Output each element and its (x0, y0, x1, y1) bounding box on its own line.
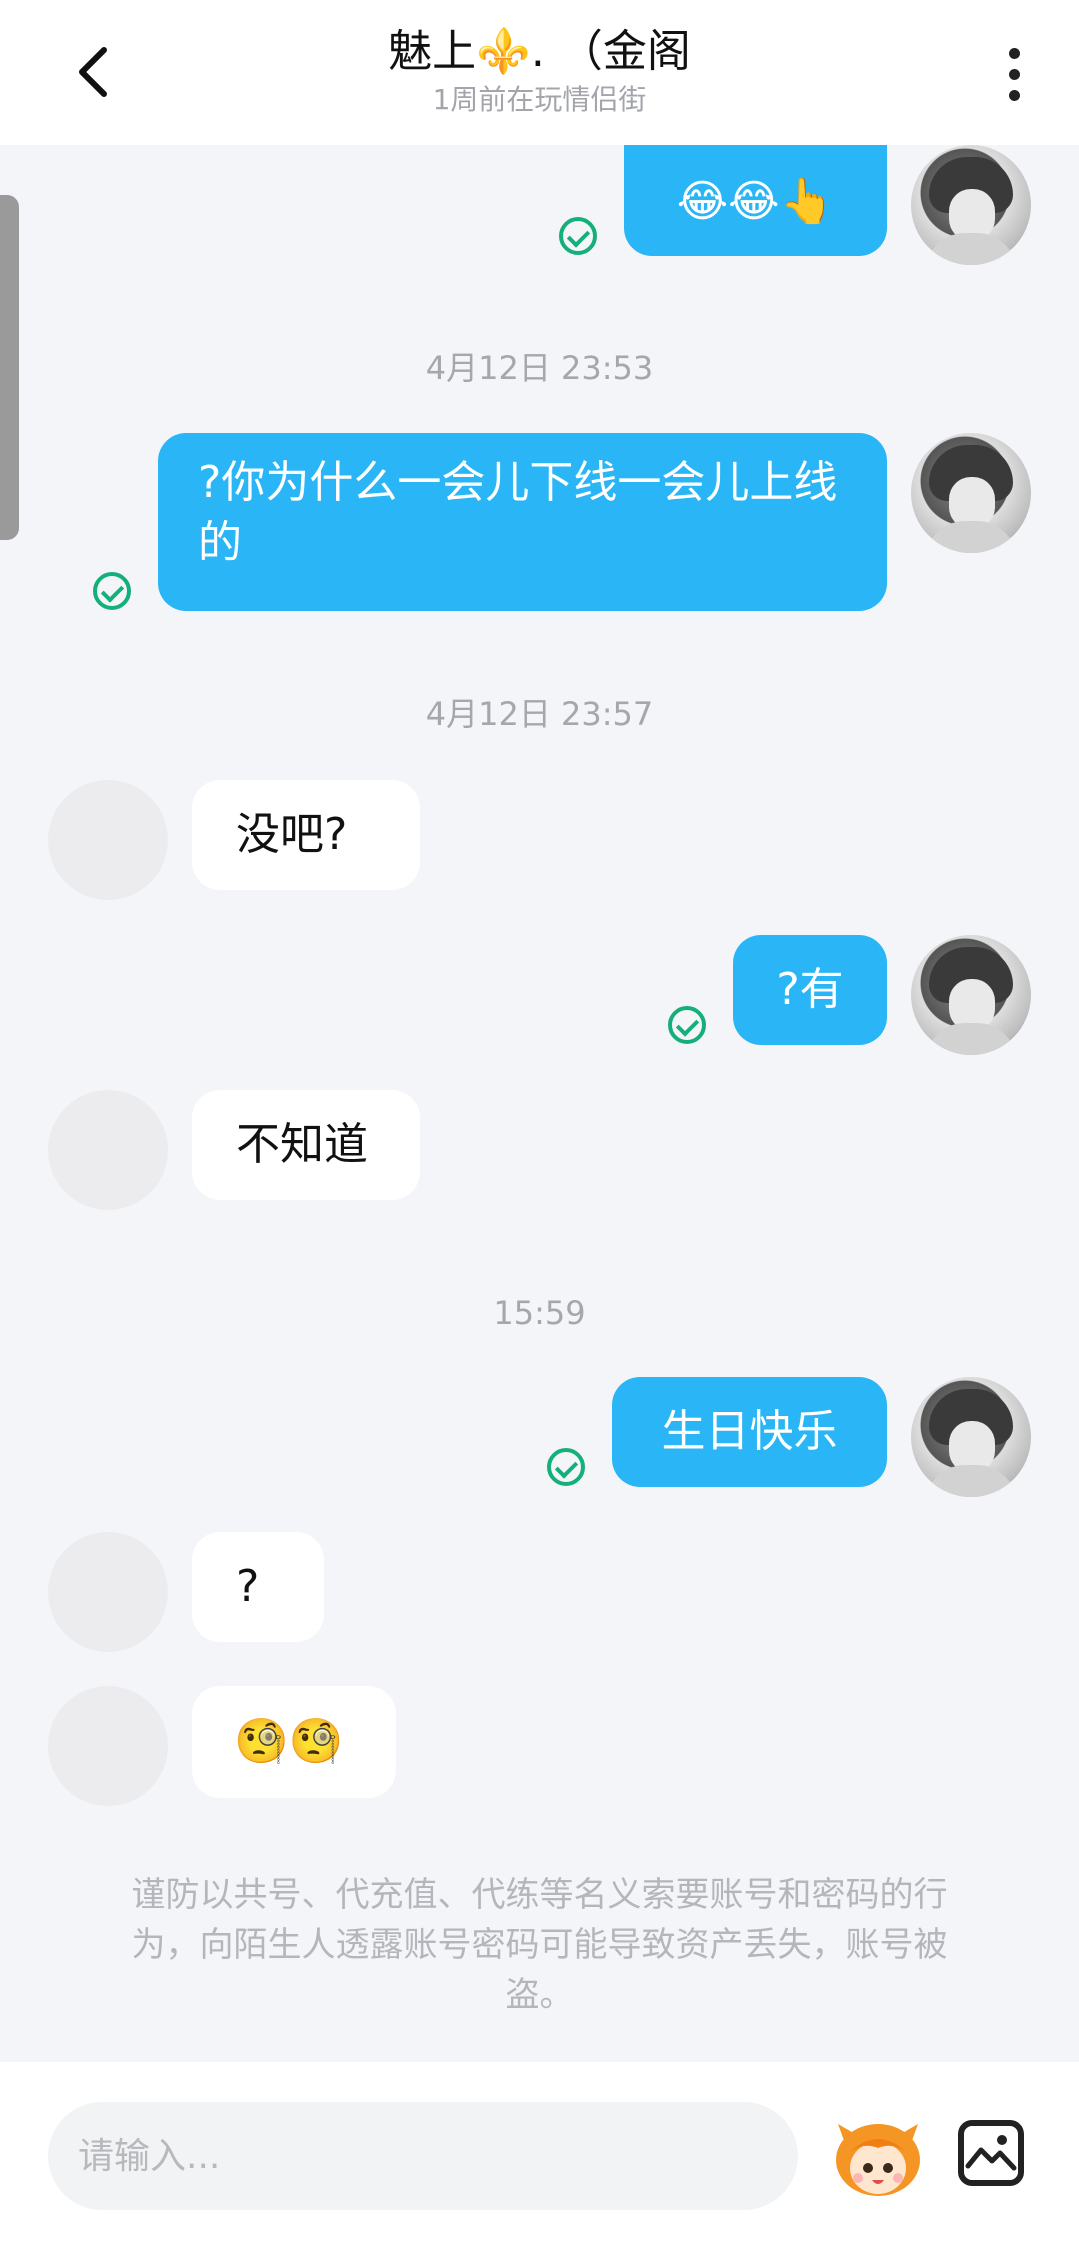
message-timestamp: 15:59 (493, 1294, 586, 1332)
message-bubble[interactable]: ?有 (733, 935, 887, 1045)
message-bubble[interactable]: ? (192, 1532, 324, 1642)
peer-avatar[interactable] (48, 1090, 168, 1210)
message-timestamp: 4月12日 23:57 (425, 695, 654, 733)
message-text: 😂😂👆 (676, 176, 835, 227)
message-text: 不知道 (236, 1119, 368, 1170)
chat-title: 魅上⚜️. （金阁 (388, 26, 691, 77)
peer-avatar[interactable] (48, 1686, 168, 1806)
message-bubble[interactable]: 不知道 (192, 1090, 420, 1200)
message-timestamp: 4月12日 23:53 (425, 349, 654, 387)
security-notice: 谨防以共号、代充值、代练等名义索要账号和密码的行为，向陌生人透露账号密码可能导致… (131, 1875, 948, 2015)
message-bubble[interactable]: ?你为什么一会儿下线一会儿上线的 (158, 433, 887, 611)
message-text: ? (236, 1561, 260, 1612)
more-options-button[interactable] (995, 40, 1035, 110)
check-circle-icon (668, 1006, 706, 1044)
input-bar (0, 2062, 1079, 2264)
message-text: 没吧? (236, 809, 348, 860)
my-avatar[interactable] (911, 433, 1031, 553)
sticker-button[interactable] (832, 2118, 924, 2200)
mascot-sticker-icon (836, 2124, 920, 2196)
message-text: 🧐🧐 (234, 1716, 344, 1767)
my-avatar[interactable] (911, 145, 1031, 265)
peer-avatar[interactable] (48, 1532, 168, 1652)
check-circle-icon (93, 572, 131, 610)
message-bubble[interactable]: 🧐🧐 (192, 1686, 396, 1798)
chat-header: 魅上⚜️. （金阁 1周前在玩情侣街 (0, 0, 1079, 145)
check-circle-icon (559, 217, 597, 255)
message-input[interactable] (48, 2102, 798, 2210)
message-text: ?有 (776, 964, 844, 1015)
check-circle-icon (547, 1448, 585, 1486)
message-text: ?你为什么一会儿下线一会儿上线的 (198, 457, 838, 568)
my-avatar[interactable] (911, 935, 1031, 1055)
message-bubble[interactable]: 😂😂👆 (624, 145, 887, 256)
image-icon (965, 2135, 1017, 2171)
message-bubble[interactable]: 没吧? (192, 780, 420, 890)
my-avatar[interactable] (911, 1377, 1031, 1497)
peer-avatar[interactable] (48, 780, 168, 900)
chat-status: 1周前在玩情侣街 (432, 83, 647, 116)
send-image-button[interactable] (958, 2120, 1024, 2186)
message-text: 生日快乐 (661, 1406, 838, 1457)
message-bubble[interactable]: 生日快乐 (612, 1377, 887, 1487)
